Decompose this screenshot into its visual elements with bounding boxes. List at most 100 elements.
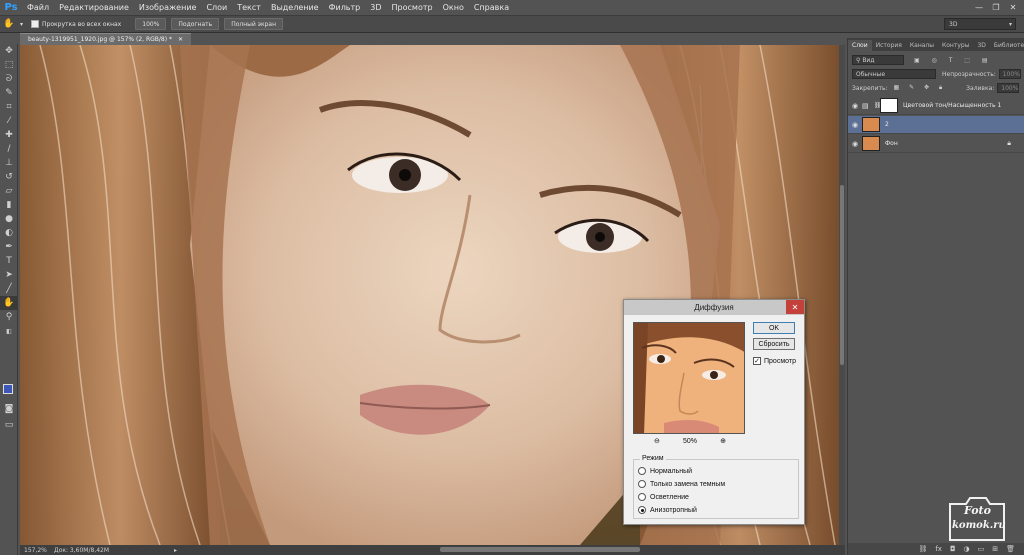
status-menu-arrow-icon[interactable]: ▸ — [174, 547, 177, 554]
blend-mode-select[interactable]: Обычные — [852, 69, 936, 79]
menu-edit[interactable]: Редактирование — [54, 3, 134, 12]
layer-name: Фон — [885, 140, 898, 147]
quick-select-tool-icon[interactable]: ✎ — [0, 86, 18, 100]
history-brush-tool-icon[interactable]: ↺ — [0, 170, 18, 184]
radio-button[interactable] — [638, 467, 646, 475]
eraser-tool-icon[interactable]: ▱ — [0, 184, 18, 198]
vertical-scrollbar[interactable] — [839, 45, 845, 545]
close-icon[interactable]: ✕ — [786, 300, 804, 314]
menu-select[interactable]: Выделение — [266, 3, 324, 12]
tab-libraries[interactable]: Библиотеки — [990, 40, 1024, 51]
mode-group: Режим Нормальный Только замена темным Ос… — [633, 455, 799, 519]
status-bar: 157,2% Док: 3,60M/8,42M ▸ — [20, 545, 845, 555]
ok-button[interactable]: OK — [753, 322, 795, 334]
mode-radio-anisotropic[interactable]: Анизотропный — [638, 506, 697, 514]
fill-field[interactable]: 100% — [997, 83, 1020, 93]
filter-icons[interactable]: ▣ ◎ T ⬚ ▤ — [914, 57, 993, 64]
close-tab-icon[interactable]: ✕ — [178, 36, 183, 43]
preview-checkbox[interactable]: ✓ — [753, 357, 761, 365]
menu-help[interactable]: Справка — [469, 3, 514, 12]
eyedropper-tool-icon[interactable]: ⁄ — [0, 114, 18, 128]
tools-panel: ✥ ⬚ ᘐ ✎ ⌗ ⁄ ✚ / ⊥ ↺ ▱ ▮ ● ◐ ✒ T ➤ ╱ ✋ ⚲ … — [0, 44, 18, 555]
hand-tool-icon[interactable]: ✋ — [0, 19, 18, 29]
layer-filter-select[interactable]: ⚲ Вид — [852, 55, 904, 65]
mode-radio-normal[interactable]: Нормальный — [638, 467, 692, 475]
pen-tool-icon[interactable]: ✒ — [0, 240, 18, 254]
mode-radio-lighten-only[interactable]: Осветление — [638, 493, 689, 501]
new-layer-icon[interactable]: ⊞ — [992, 545, 998, 553]
foreground-color-swatch[interactable] — [3, 384, 13, 394]
radio-button[interactable] — [638, 493, 646, 501]
brush-tool-icon[interactable]: / — [0, 142, 18, 156]
new-adjustment-icon[interactable]: ◑ — [964, 545, 970, 553]
zoom-tool-icon[interactable]: ⚲ — [0, 310, 18, 324]
path-select-tool-icon[interactable]: ➤ — [0, 268, 18, 282]
add-mask-icon[interactable]: ◘ — [950, 545, 956, 553]
lasso-tool-icon[interactable]: ᘐ — [0, 72, 18, 86]
visibility-eye-icon[interactable]: ◉ — [848, 121, 862, 129]
zoom-in-icon[interactable]: ⊕ — [720, 437, 726, 445]
scroll-all-checkbox[interactable] — [31, 20, 40, 28]
visibility-eye-icon[interactable]: ◉ — [848, 140, 862, 148]
fit-screen-button[interactable]: Подогнать — [171, 18, 220, 30]
fx-icon[interactable]: fx — [935, 545, 942, 553]
screen-mode-icon[interactable]: ▭ — [0, 418, 18, 432]
hand-tool-icon[interactable]: ✋ — [0, 296, 18, 310]
zoom-level[interactable]: 157,2% — [20, 547, 54, 554]
menu-image[interactable]: Изображение — [134, 3, 202, 12]
opacity-field[interactable]: 100% — [998, 69, 1021, 79]
menu-type[interactable]: Текст — [232, 3, 266, 12]
visibility-eye-icon[interactable]: ◉ — [848, 102, 862, 110]
horizontal-scrollbar-thumb[interactable] — [440, 547, 640, 552]
tab-channels[interactable]: Каналы — [906, 40, 938, 51]
layer-row-2[interactable]: ◉ 2 — [848, 116, 1024, 134]
menu-view[interactable]: Просмотр — [387, 3, 438, 12]
default-colors-icon[interactable]: ◧ — [0, 324, 18, 338]
quick-mask-icon[interactable]: ◙ — [0, 402, 18, 416]
scrollbar-thumb[interactable] — [840, 185, 844, 365]
radio-button-selected[interactable] — [638, 506, 646, 514]
workspace-select[interactable]: 3D ▾ — [944, 18, 1016, 30]
layer-row-background[interactable]: ◉ Фон 🔒︎ — [848, 135, 1024, 153]
type-tool-icon[interactable]: T — [0, 254, 18, 268]
zoom-100-button[interactable]: 100% — [135, 18, 167, 30]
tab-3d[interactable]: 3D — [973, 40, 989, 51]
document-tab[interactable]: beauty-1319951_1920.jpg @ 157% (2, RGB/8… — [20, 33, 192, 45]
menu-window[interactable]: Окно — [438, 3, 469, 12]
menu-3d[interactable]: 3D — [365, 3, 386, 12]
tab-history[interactable]: История — [872, 40, 906, 51]
clone-stamp-tool-icon[interactable]: ⊥ — [0, 156, 18, 170]
tab-layers[interactable]: Слои — [848, 40, 872, 51]
dodge-tool-icon[interactable]: ◐ — [0, 226, 18, 240]
gradient-tool-icon[interactable]: ▮ — [0, 198, 18, 212]
marquee-tool-icon[interactable]: ⬚ — [0, 58, 18, 72]
lock-icons[interactable]: ▦ ✎ ✥ 🔒︎ — [894, 84, 947, 92]
mode-radio-darken-only[interactable]: Только замена темным — [638, 480, 725, 488]
layer-thumbnail — [862, 117, 880, 132]
menu-layers[interactable]: Слои — [201, 3, 232, 12]
radio-button[interactable] — [638, 480, 646, 488]
minimize-icon[interactable]: — — [972, 1, 986, 13]
crop-tool-icon[interactable]: ⌗ — [0, 100, 18, 114]
menu-file[interactable]: Файл — [22, 3, 54, 12]
zoom-out-icon[interactable]: ⊖ — [654, 437, 660, 445]
layer-filter-value: Вид — [862, 56, 875, 64]
new-group-icon[interactable]: ▭ — [978, 545, 985, 553]
layer-row-hue-saturation[interactable]: ◉ ▤ ⛓ Цветовой тон/Насыщенность 1 — [848, 97, 1024, 115]
tab-paths[interactable]: Контуры — [938, 40, 973, 51]
preview-checkbox-row[interactable]: ✓ Просмотр — [753, 357, 796, 365]
blur-tool-icon[interactable]: ● — [0, 212, 18, 226]
maximize-icon[interactable]: ❐ — [989, 1, 1003, 13]
link-layers-icon[interactable]: ⛓ — [918, 545, 927, 553]
full-screen-button[interactable]: Полный экран — [224, 18, 284, 30]
filter-preview[interactable] — [633, 322, 745, 434]
blend-mode-value: Обычные — [856, 70, 886, 78]
move-tool-icon[interactable]: ✥ — [0, 44, 18, 58]
close-window-icon[interactable]: ✕ — [1006, 1, 1020, 13]
menu-filter[interactable]: Фильтр — [324, 3, 366, 12]
tool-preset-chevron-icon[interactable]: ▾ — [20, 21, 23, 28]
reset-button[interactable]: Сбросить — [753, 338, 795, 350]
line-tool-icon[interactable]: ╱ — [0, 282, 18, 296]
trash-icon[interactable]: 🗑︎ — [1006, 545, 1015, 553]
healing-brush-tool-icon[interactable]: ✚ — [0, 128, 18, 142]
